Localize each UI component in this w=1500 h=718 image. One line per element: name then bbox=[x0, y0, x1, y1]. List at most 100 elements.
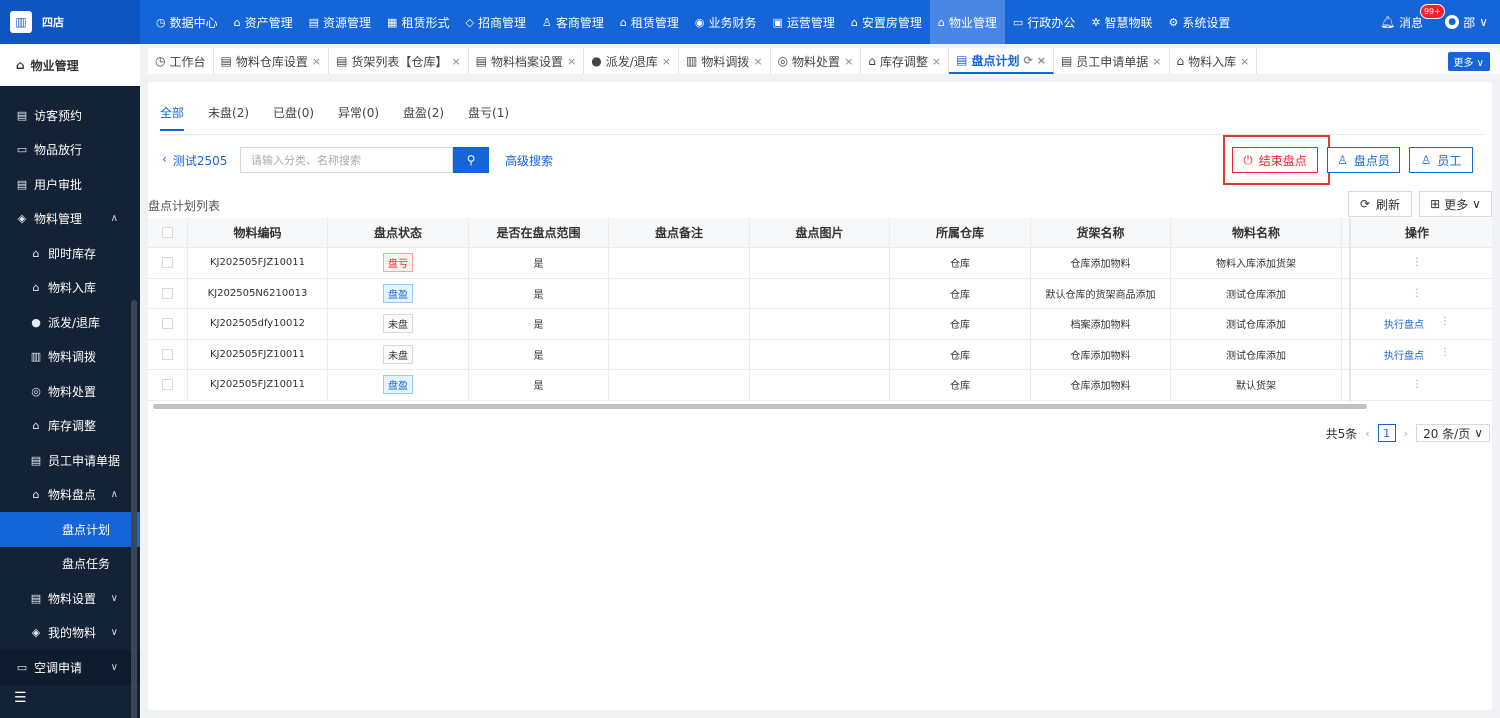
sidebar-item[interactable]: ⌂ 物料入库 bbox=[0, 271, 140, 306]
topnav-item[interactable]: ▣ 运营管理 bbox=[764, 0, 842, 44]
sidebar-header[interactable]: ⌂ 物业管理 bbox=[0, 44, 140, 86]
page-tab[interactable]: ▤ 盘点计划 ⟳ × bbox=[949, 48, 1054, 74]
brand[interactable]: ▥ 四店 bbox=[0, 0, 140, 44]
sidebar-item[interactable]: ◎ 物料处置 bbox=[0, 374, 140, 409]
close-icon[interactable]: × bbox=[844, 55, 853, 68]
page-tab[interactable]: ⌂ 库存调整 × bbox=[861, 48, 950, 74]
page-tab[interactable]: ▤ 物料仓库设置 × bbox=[214, 48, 330, 74]
close-icon[interactable]: × bbox=[451, 55, 460, 68]
refresh-button[interactable]: ⟳ 刷新 bbox=[1348, 191, 1412, 217]
topnav-item[interactable]: ♙ 客商管理 bbox=[534, 0, 612, 44]
topnav-item[interactable]: ◇ 招商管理 bbox=[457, 0, 533, 44]
menu-icon: ▭ bbox=[16, 143, 28, 157]
page-tab[interactable]: ▤ 物料档案设置 × bbox=[469, 48, 585, 74]
status-tab[interactable]: 盘亏(1) bbox=[468, 104, 509, 131]
page-tab[interactable]: ◎ 物料处置 × bbox=[771, 48, 862, 74]
sidebar-item[interactable]: ▭ 空调申请 ∨ bbox=[0, 650, 140, 685]
tabs-more-button[interactable]: 更多 ∨ bbox=[1447, 52, 1490, 71]
row-checkbox[interactable] bbox=[162, 379, 173, 391]
sidebar-item[interactable]: ▤ 用户审批 bbox=[0, 167, 140, 202]
close-icon[interactable]: × bbox=[932, 55, 941, 68]
messages-badge: 99+ bbox=[1419, 3, 1445, 19]
more-actions-icon[interactable]: ⋮ bbox=[1412, 379, 1422, 390]
topnav-item[interactable]: ⌂ 租赁管理 bbox=[612, 0, 687, 44]
topnav-item[interactable]: ◷ 数据中心 bbox=[148, 0, 226, 44]
status-tab[interactable]: 异常(0) bbox=[338, 104, 379, 131]
more-actions-icon[interactable]: ⋮ bbox=[1440, 347, 1450, 362]
page-tab[interactable]: ◷ 工作台 bbox=[148, 48, 214, 74]
sidebar-item[interactable]: ◈ 物料管理 ∧ bbox=[0, 202, 140, 237]
close-icon[interactable]: × bbox=[753, 55, 762, 68]
sidebar-item[interactable]: 盘点计划 bbox=[0, 512, 140, 547]
advanced-search-link[interactable]: 高级搜索 bbox=[505, 152, 553, 169]
tab-label: 员工申请单据 bbox=[1076, 54, 1149, 69]
row-checkbox[interactable] bbox=[162, 318, 173, 330]
messages-button[interactable]: 🔔︎ 消息 99+ bbox=[1380, 3, 1445, 31]
page-tab[interactable]: ⌂ 物料入库 × bbox=[1170, 48, 1258, 74]
sidebar-item[interactable]: ▤ 访客预约 bbox=[0, 98, 140, 133]
topnav-item[interactable]: ◉ 业务财务 bbox=[687, 0, 765, 44]
topnav-label: 业务财务 bbox=[708, 15, 757, 30]
sidebar-item[interactable]: ⌂ 库存调整 bbox=[0, 409, 140, 444]
search-input[interactable]: 请输入分类、名称搜索 bbox=[240, 147, 453, 173]
close-icon[interactable]: × bbox=[1152, 55, 1161, 68]
close-icon[interactable]: × bbox=[312, 55, 321, 68]
status-tab[interactable]: 盘盈(2) bbox=[403, 104, 444, 131]
status-tab[interactable]: 已盘(0) bbox=[273, 104, 314, 131]
topnav-item[interactable]: ⚙ 系统设置 bbox=[1161, 0, 1239, 44]
topnav-item[interactable]: ▤ 资源管理 bbox=[301, 0, 379, 44]
sidebar-item[interactable]: ▭ 物品放行 bbox=[0, 133, 140, 168]
row-checkbox[interactable] bbox=[162, 257, 173, 269]
topnav-item[interactable]: ▭ 行政办公 bbox=[1005, 0, 1083, 44]
sidebar-item[interactable]: ⌂ 即时库存 bbox=[0, 236, 140, 271]
close-icon[interactable]: × bbox=[1240, 55, 1249, 68]
sidebar-item[interactable]: ◈ 我的物料 ∨ bbox=[0, 616, 140, 651]
page-tab[interactable]: ▥ 物料调拨 × bbox=[679, 48, 771, 74]
execute-inventory-link[interactable]: 执行盘点 bbox=[1384, 347, 1424, 362]
row-checkbox[interactable] bbox=[162, 348, 173, 360]
sidebar-item[interactable]: ● 派发/退库 bbox=[0, 305, 140, 340]
employee-button[interactable]: ♙ 员工 bbox=[1409, 147, 1473, 173]
current-page[interactable]: 1 bbox=[1377, 424, 1396, 442]
search-button[interactable]: ⚲ bbox=[453, 147, 489, 173]
page-tab[interactable]: ▤ 员工申请单据 × bbox=[1054, 48, 1170, 74]
page-tab[interactable]: ▤ 货架列表【仓库】 × bbox=[329, 48, 469, 74]
next-page-icon[interactable]: › bbox=[1404, 427, 1408, 440]
execute-inventory-link[interactable]: 执行盘点 bbox=[1384, 316, 1424, 331]
horizontal-scrollbar[interactable] bbox=[153, 404, 1367, 409]
more-actions-icon[interactable]: ⋮ bbox=[1412, 257, 1422, 268]
select-all-checkbox[interactable] bbox=[162, 227, 173, 238]
topnav-item[interactable]: ⌂ 物业管理 bbox=[929, 0, 1005, 44]
topnav-item[interactable]: ⌂ 安置房管理 bbox=[843, 0, 930, 44]
menu-icon: ▥ bbox=[30, 350, 42, 364]
prev-page-icon[interactable]: ‹ bbox=[1365, 427, 1369, 440]
sidebar-item[interactable]: ⌂ 物料盘点 ∧ bbox=[0, 478, 140, 513]
sidebar-item[interactable]: ▤ 员工申请单据 bbox=[0, 443, 140, 478]
status-tab[interactable]: 未盘(2) bbox=[208, 104, 249, 131]
more-button[interactable]: ⊞ 更多 ∨ bbox=[1419, 191, 1492, 217]
user-menu[interactable]: ● 邵 ∨ bbox=[1445, 14, 1488, 31]
sidebar-scrollbar[interactable] bbox=[131, 300, 137, 718]
nav-icon: ⌂ bbox=[937, 15, 945, 29]
reload-icon[interactable]: ⟳ bbox=[1024, 54, 1033, 67]
collapse-menu-icon[interactable]: ☰ bbox=[14, 690, 27, 706]
more-actions-icon[interactable]: ⋮ bbox=[1412, 288, 1422, 299]
plan-name: 测试2505 bbox=[172, 154, 228, 168]
topnav-item[interactable]: ✲ 智慧物联 bbox=[1083, 0, 1160, 44]
page-size-select[interactable]: 20 条/页 ∨ bbox=[1416, 424, 1490, 442]
sidebar-item[interactable]: 盘点任务 bbox=[0, 547, 140, 582]
sidebar-item[interactable]: ▥ 物料调拨 bbox=[0, 340, 140, 375]
status-tab[interactable]: 全部 bbox=[160, 104, 185, 131]
menu-icon: ⌂ bbox=[32, 488, 40, 502]
row-checkbox[interactable] bbox=[162, 287, 173, 299]
page-tab[interactable]: ● 派发/退库 × bbox=[584, 48, 679, 74]
close-icon[interactable]: × bbox=[1037, 54, 1046, 67]
close-icon[interactable]: × bbox=[662, 55, 671, 68]
back-link[interactable]: ‹ 测试2505 bbox=[162, 152, 227, 169]
more-actions-icon[interactable]: ⋮ bbox=[1440, 316, 1450, 331]
close-icon[interactable]: × bbox=[567, 55, 576, 68]
topnav-item[interactable]: ▦ 租赁形式 bbox=[379, 0, 457, 44]
checker-button[interactable]: ♙ 盘点员 bbox=[1327, 147, 1400, 173]
sidebar-item[interactable]: ▤ 物料设置 ∨ bbox=[0, 581, 140, 616]
topnav-item[interactable]: ⌂ 资产管理 bbox=[226, 0, 301, 44]
